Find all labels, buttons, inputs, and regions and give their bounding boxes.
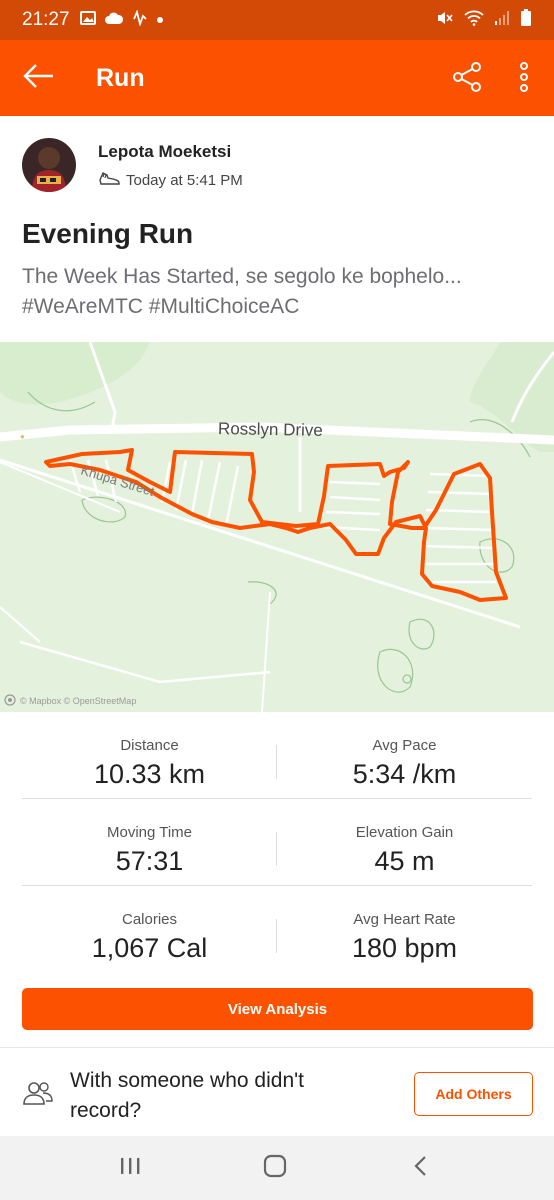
status-time: 21:27 bbox=[22, 9, 70, 30]
with-others-section: With someone who didn't record? Add Othe… bbox=[0, 1047, 554, 1135]
stat-value: 5:34 /km bbox=[352, 759, 457, 789]
svg-text:●: ● bbox=[20, 432, 25, 441]
mapbox-logo-icon bbox=[4, 694, 16, 708]
status-right-icons bbox=[436, 8, 532, 32]
view-analysis-button[interactable]: View Analysis bbox=[22, 988, 533, 1030]
avatar[interactable] bbox=[22, 138, 76, 192]
back-button[interactable] bbox=[0, 40, 78, 116]
road-label: Rosslyn Drive bbox=[217, 419, 324, 440]
stat-value: 1,067 Cal bbox=[91, 933, 208, 963]
add-others-button[interactable]: Add Others bbox=[414, 1072, 533, 1116]
recent-apps-icon bbox=[119, 1156, 141, 1181]
route-map[interactable]: Khupa Street ● bbox=[0, 342, 554, 712]
stat-label: Elevation Gain bbox=[355, 824, 454, 841]
map-graphic: Khupa Street ● bbox=[0, 342, 554, 712]
stat-value: 45 m bbox=[374, 846, 435, 876]
signal-icon bbox=[494, 10, 510, 31]
share-button[interactable] bbox=[446, 58, 488, 100]
home-icon bbox=[263, 1154, 287, 1183]
stat-value: 180 bpm bbox=[351, 933, 458, 963]
shoe-icon bbox=[98, 170, 126, 190]
description-line-1: The Week Has Started, se segolo ke bophe… bbox=[22, 265, 462, 288]
system-nav-bar bbox=[0, 1136, 554, 1200]
stat-label: Avg Heart Rate bbox=[353, 911, 456, 928]
app-bar: Run bbox=[0, 40, 554, 116]
wifi-icon bbox=[464, 10, 484, 31]
cloud-icon bbox=[104, 11, 124, 30]
status-left-icons bbox=[79, 8, 164, 31]
stat-calories: Calories 1,067 Cal bbox=[22, 886, 277, 972]
more-options-button[interactable] bbox=[508, 58, 540, 100]
stat-row-2: Moving Time 57:31 Elevation Gain 45 m bbox=[22, 799, 532, 886]
home-button[interactable] bbox=[255, 1150, 295, 1186]
activity-meta: Today at 5:41 PM bbox=[98, 170, 243, 190]
stat-elevation-gain: Elevation Gain 45 m bbox=[277, 799, 532, 885]
activity-description: The Week Has Started, se segolo ke bophe… bbox=[22, 262, 542, 322]
attribution-text: © Mapbox © OpenStreetMap bbox=[20, 696, 137, 706]
stat-row-1: Distance 10.33 km Avg Pace 5:34 /km bbox=[22, 712, 532, 799]
street-label: Khupa Street bbox=[79, 463, 156, 500]
stat-value: 57:31 bbox=[115, 846, 184, 876]
stat-label: Moving Time bbox=[106, 824, 193, 841]
with-others-text: With someone who didn't record? bbox=[70, 1069, 304, 1122]
stat-avg-heart-rate: Avg Heart Rate 180 bpm bbox=[277, 886, 532, 972]
battery-icon bbox=[520, 8, 532, 32]
status-bar: 21:27 bbox=[0, 0, 554, 40]
share-icon bbox=[451, 61, 483, 98]
page-title: Run bbox=[96, 63, 145, 92]
back-icon bbox=[413, 1155, 427, 1182]
stat-label: Calories bbox=[121, 911, 178, 928]
more-vertical-icon bbox=[519, 61, 529, 97]
system-back-button[interactable] bbox=[400, 1150, 440, 1186]
activity-title: Evening Run bbox=[22, 218, 194, 249]
image-icon bbox=[79, 10, 96, 30]
stat-value: 10.33 km bbox=[93, 759, 206, 789]
map-attribution[interactable]: © Mapbox © OpenStreetMap bbox=[4, 694, 136, 708]
athlete-info: Lepota Moeketsi Today at 5:41 PM bbox=[98, 138, 243, 190]
mute-icon bbox=[436, 10, 454, 31]
stat-label: Distance bbox=[120, 737, 179, 754]
athlete-name[interactable]: Lepota Moeketsi bbox=[98, 142, 243, 162]
stat-avg-pace: Avg Pace 5:34 /km bbox=[277, 712, 532, 798]
activity-timestamp: Today at 5:41 PM bbox=[126, 171, 243, 189]
people-icon bbox=[22, 1080, 54, 1111]
stat-moving-time: Moving Time 57:31 bbox=[22, 799, 277, 885]
stat-distance: Distance 10.33 km bbox=[22, 712, 277, 798]
description-line-2: #WeAreMTC #MultiChoiceAC bbox=[22, 295, 300, 318]
back-arrow-icon bbox=[23, 63, 55, 94]
recent-apps-button[interactable] bbox=[110, 1150, 150, 1186]
stat-label: Avg Pace bbox=[372, 737, 437, 754]
activity-icon bbox=[132, 8, 148, 31]
athlete-header: Lepota Moeketsi Today at 5:41 PM bbox=[22, 138, 243, 194]
stat-row-3: Calories 1,067 Cal Avg Heart Rate 180 bp… bbox=[22, 886, 532, 973]
dot-icon bbox=[156, 11, 164, 29]
